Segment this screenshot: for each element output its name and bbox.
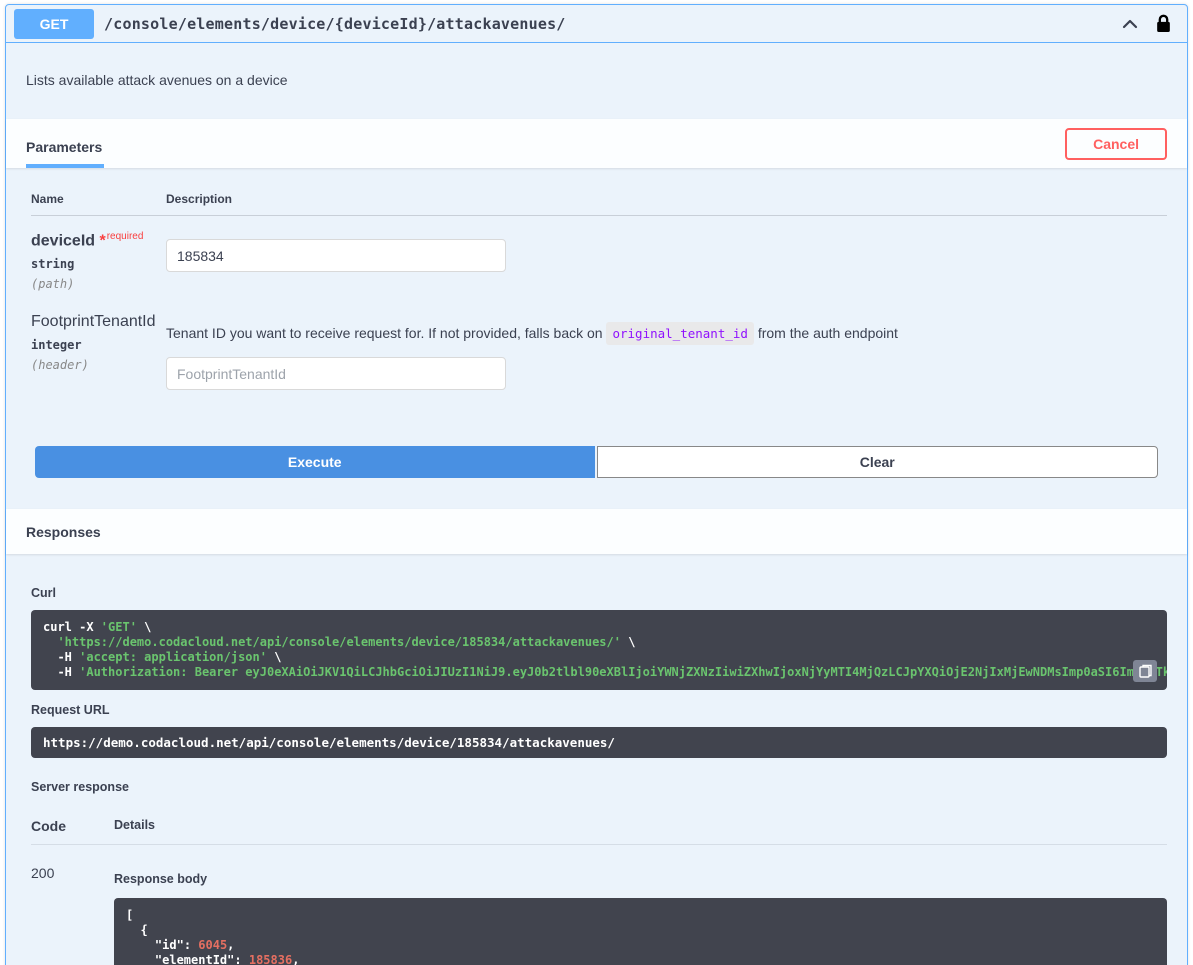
curl-label: Curl xyxy=(31,586,56,601)
clear-button[interactable]: Clear xyxy=(596,446,1158,479)
param-type: integer xyxy=(31,338,82,353)
execute-button[interactable]: Execute xyxy=(35,446,595,479)
operation-block: GET /console/elements/device/{deviceId}/… xyxy=(5,4,1188,965)
operation-summary[interactable]: GET /console/elements/device/{deviceId}/… xyxy=(6,5,1187,43)
required-star: * xyxy=(99,232,106,250)
curl-command-block[interactable]: curl -X 'GET' \ 'https://demo.codacloud.… xyxy=(31,610,1167,691)
curl-command-text: curl -X 'GET' \ 'https://demo.codacloud.… xyxy=(43,620,1167,680)
copy-to-clipboard-button[interactable] xyxy=(1133,660,1157,683)
response-table-header: Code Details xyxy=(31,818,1167,846)
param-description: Tenant ID you want to receive request fo… xyxy=(166,322,1167,346)
param-name: FootprintTenantId xyxy=(31,313,156,331)
parameters-table: Name Description deviceId *required stri… xyxy=(6,168,1187,391)
name-column-header: Name xyxy=(31,192,64,206)
inline-code-chip: original_tenant_id xyxy=(606,322,754,346)
collapse-chevron-icon[interactable] xyxy=(1120,14,1140,34)
param-type: string xyxy=(31,257,75,272)
cancel-button[interactable]: Cancel xyxy=(1065,127,1167,160)
details-column-header: Details xyxy=(114,818,155,833)
param-row-deviceid: deviceId *required string (path) xyxy=(31,231,1167,291)
deviceid-input[interactable] xyxy=(166,239,506,272)
responses-content: Curl curl -X 'GET' \ 'https://demo.codac… xyxy=(6,554,1187,965)
response-body-label: Response body xyxy=(114,872,208,887)
param-row-footprinttenantid: FootprintTenantId integer (header) Tenan… xyxy=(31,313,1167,391)
method-badge: GET xyxy=(14,8,94,39)
required-label: required xyxy=(106,231,144,242)
auth-lock-icon[interactable] xyxy=(1156,14,1171,33)
footprinttenantid-input[interactable] xyxy=(166,357,506,391)
operation-description: Lists available attack avenues on a devi… xyxy=(26,72,288,88)
summary-actions xyxy=(1120,14,1175,34)
request-url-label: Request URL xyxy=(31,703,110,718)
response-row-200: 200 Response body [ { "id": 6045, "eleme… xyxy=(31,865,1167,965)
param-location: (header) xyxy=(31,358,89,373)
param-name: deviceId xyxy=(31,232,96,250)
response-status-code: 200 xyxy=(31,865,55,882)
server-response-label: Server response xyxy=(31,780,129,795)
parameters-section-header: Parameters Cancel xyxy=(6,119,1187,168)
parameters-tab: Parameters xyxy=(26,124,105,168)
execute-wrapper: Execute Clear xyxy=(35,446,1158,479)
responses-title: Responses xyxy=(26,523,101,540)
code-column-header: Code xyxy=(31,818,66,835)
responses-section-header: Responses xyxy=(6,509,1187,555)
request-url-value: https://demo.codacloud.net/api/console/e… xyxy=(31,727,1167,759)
description-column-header: Description xyxy=(166,192,233,206)
response-body-block[interactable]: [ { "id": 6045, "elementId": 185836, "ti… xyxy=(114,898,1167,965)
endpoint-path[interactable]: /console/elements/device/{deviceId}/atta… xyxy=(104,15,566,33)
param-location: (path) xyxy=(31,277,75,292)
